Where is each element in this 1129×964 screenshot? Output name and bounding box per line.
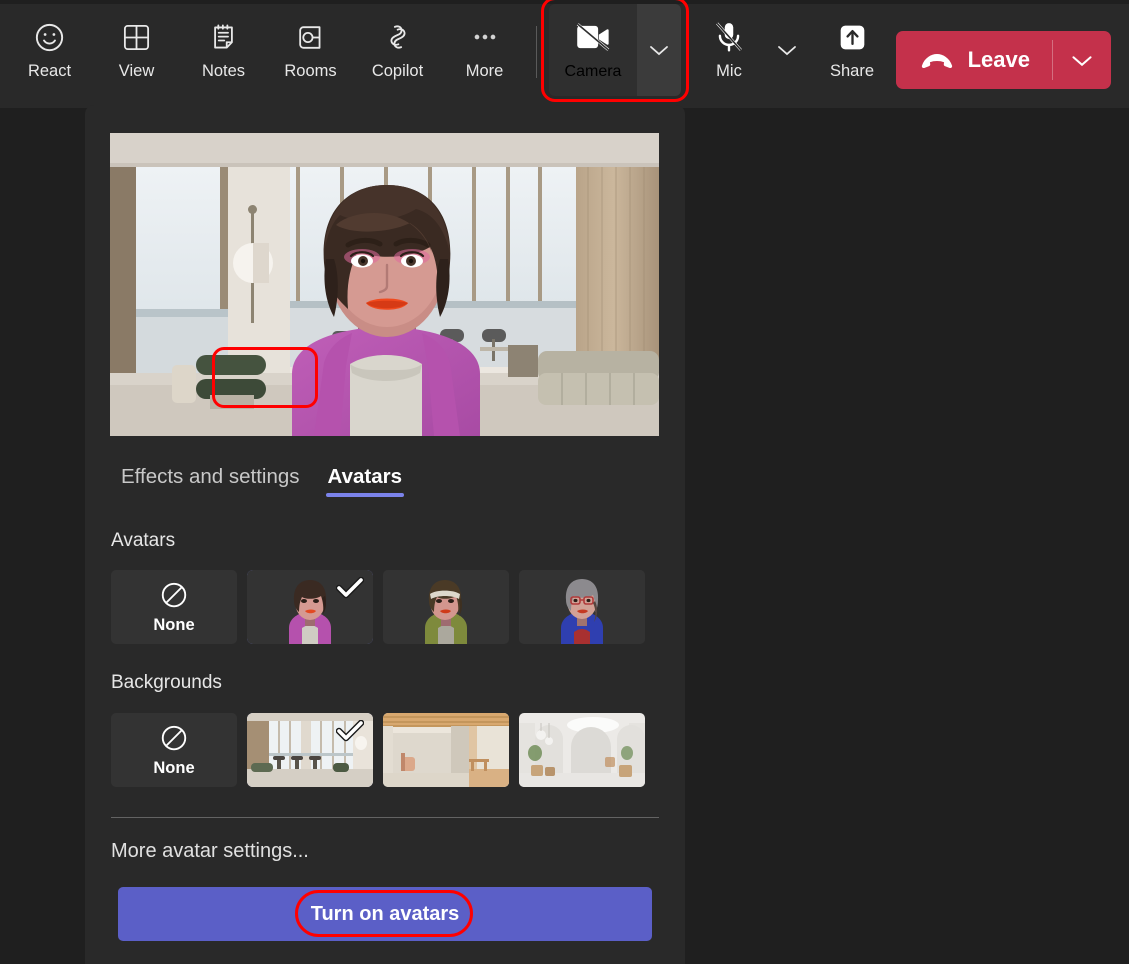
leave-dropdown-chevron[interactable] <box>1053 31 1111 89</box>
avatar-tile-olive-headband[interactable] <box>383 570 509 644</box>
mic-split-button: Mic <box>691 4 807 96</box>
toolbar-button-notes[interactable]: Notes <box>180 4 267 96</box>
toolbar-button-react[interactable]: React <box>6 4 93 96</box>
avatar-tile-blue-glasses[interactable] <box>519 570 645 644</box>
hangup-phone-icon <box>920 50 954 70</box>
backgrounds-section-title: Backgrounds <box>111 672 222 693</box>
leave-label: Leave <box>967 47 1030 72</box>
share-button[interactable]: Share <box>807 4 897 96</box>
camera-split-button: Camera <box>541 0 689 102</box>
camera-dropdown-chevron[interactable] <box>637 4 681 96</box>
toolbar-label-rooms: Rooms <box>284 62 337 80</box>
toolbar-button-copilot[interactable]: Copilot <box>354 4 441 96</box>
avatar-tile-none[interactable]: None <box>111 570 237 644</box>
notes-icon <box>208 20 239 54</box>
toolbar-left-group: React View Notes Rooms Copilot More Came… <box>0 0 897 102</box>
rooms-icon <box>295 20 326 54</box>
chevron-down-icon <box>1070 53 1094 68</box>
toolbar-label-view: View <box>118 62 155 80</box>
avatars-row: None <box>111 570 645 644</box>
toolbar-label-more: More <box>465 62 504 80</box>
teams-meeting-window: React View Notes Rooms Copilot More Came… <box>0 0 1129 964</box>
toolbar-divider <box>536 26 537 78</box>
mic-toggle-button[interactable]: Mic <box>691 4 767 96</box>
avatar-tile-purple-cardigan[interactable] <box>247 570 373 644</box>
toolbar-label-copilot: Copilot <box>371 62 424 80</box>
camera-label: Camera <box>564 63 622 80</box>
none-circle-slash-icon <box>159 580 189 610</box>
mic-label: Mic <box>716 62 742 80</box>
leave-separator <box>1052 40 1053 80</box>
turn-on-avatars-label: Turn on avatars <box>310 902 460 925</box>
chevron-down-icon <box>776 43 798 57</box>
chevron-down-icon <box>648 43 670 57</box>
backgrounds-row: None <box>111 713 645 787</box>
toolbar-button-more[interactable]: More <box>441 4 528 96</box>
mic-off-icon <box>712 20 746 54</box>
leave-button[interactable]: Leave <box>896 31 1052 89</box>
copilot-icon <box>382 20 414 54</box>
avatar-preview <box>110 133 659 436</box>
toolbar-label-react: React <box>27 62 72 80</box>
tab-label-effects: Effects and settings <box>121 465 300 488</box>
background-tile-none-label: None <box>153 758 195 777</box>
background-selected-check-icon <box>336 720 364 742</box>
none-circle-slash-icon <box>159 723 189 753</box>
toolbar-button-view[interactable]: View <box>93 4 180 96</box>
smiley-icon <box>33 20 66 54</box>
panel-tabs: Effects and settings Avatars <box>111 457 420 503</box>
tab-effects-and-settings[interactable]: Effects and settings <box>111 457 310 503</box>
background-tile-wood-beams[interactable] <box>383 713 509 787</box>
meeting-toolbar: React View Notes Rooms Copilot More Came… <box>0 0 1129 108</box>
avatar-selected-check-icon <box>336 577 364 599</box>
tab-label-avatars: Avatars <box>327 465 402 488</box>
toolbar-label-notes: Notes <box>201 62 246 80</box>
ellipsis-icon <box>469 20 501 54</box>
background-tile-none[interactable]: None <box>111 713 237 787</box>
mic-dropdown-chevron[interactable] <box>767 4 807 96</box>
avatar-tile-none-label: None <box>153 615 195 634</box>
grid-icon <box>121 20 152 54</box>
toolbar-button-rooms[interactable]: Rooms <box>267 4 354 96</box>
camera-off-icon <box>574 20 612 54</box>
leave-split-button: Leave <box>895 31 1111 89</box>
turn-on-avatars-button[interactable]: Turn on avatars <box>118 887 652 941</box>
share-arrow-up-icon <box>836 20 869 54</box>
avatars-section-title: Avatars <box>111 530 176 551</box>
more-avatar-settings-link[interactable]: More avatar settings... <box>111 840 309 863</box>
section-divider <box>111 817 659 818</box>
tab-avatars[interactable]: Avatars <box>310 457 420 503</box>
background-tile-white-gallery[interactable] <box>519 713 645 787</box>
video-effects-panel: Effects and settings Avatars Avatars Non… <box>85 105 685 964</box>
share-label: Share <box>829 62 875 80</box>
camera-toggle-button[interactable]: Camera <box>549 4 637 96</box>
background-tile-apartment-windows[interactable] <box>247 713 373 787</box>
